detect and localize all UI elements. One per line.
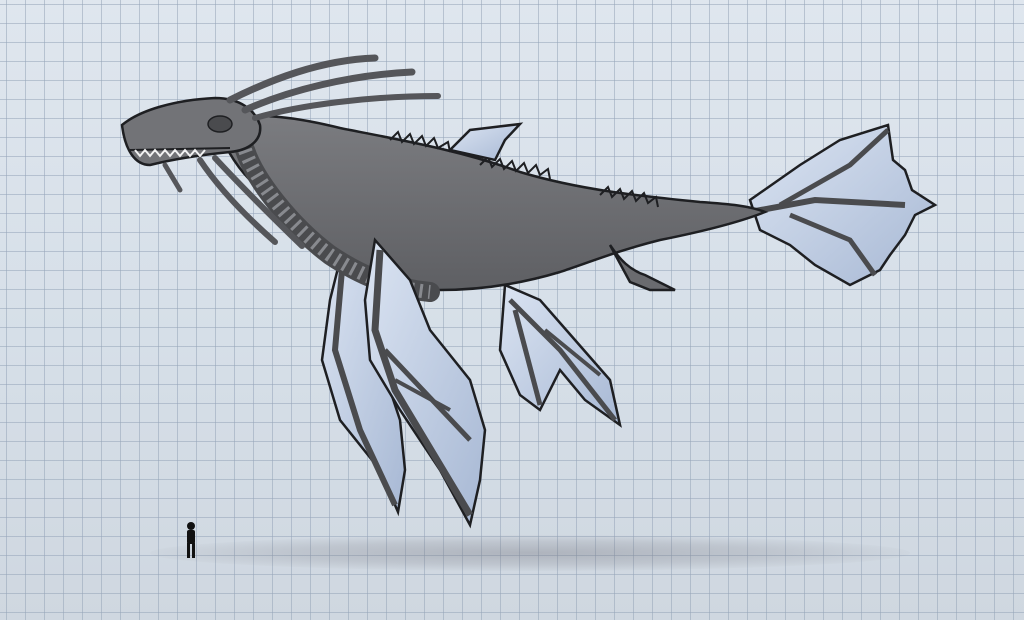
eye-socket xyxy=(207,115,233,133)
creature-body xyxy=(213,114,769,302)
human-scale-figure xyxy=(187,522,195,558)
rear-far-flipper xyxy=(498,283,622,428)
illustration-canvas xyxy=(0,0,1024,620)
tail-fluke xyxy=(748,123,938,287)
creature-drawing xyxy=(120,54,938,558)
